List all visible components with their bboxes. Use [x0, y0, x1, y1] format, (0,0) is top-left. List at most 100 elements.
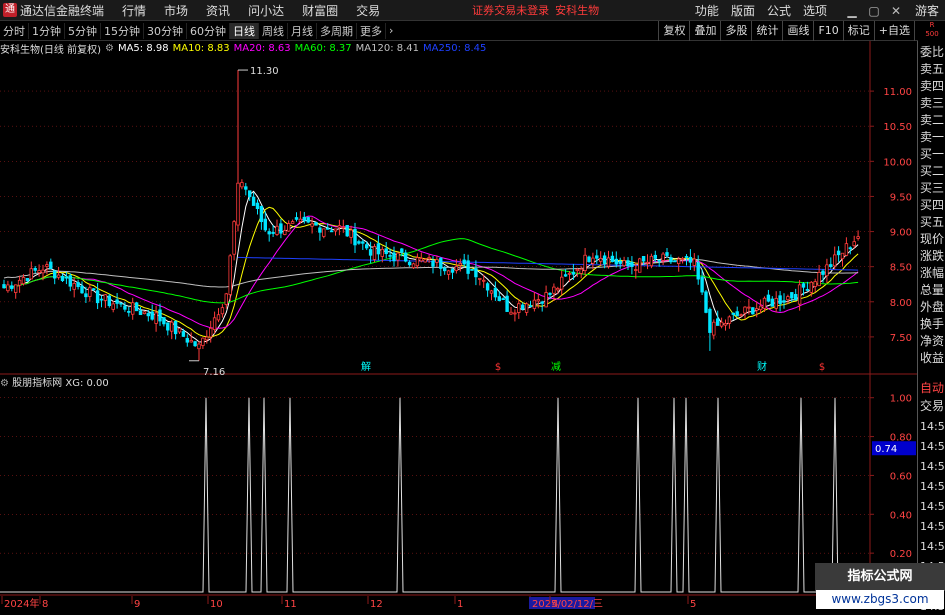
candle-body	[80, 285, 84, 294]
candle-body	[544, 292, 548, 308]
indicator-name: 股朋指标网	[12, 378, 63, 389]
candle-body	[439, 257, 443, 269]
candle-body	[45, 264, 49, 267]
candle-body	[115, 299, 119, 304]
candle-body	[735, 311, 739, 317]
candle-body	[462, 259, 466, 265]
candle-body	[692, 258, 696, 266]
candle-body	[696, 262, 700, 280]
candle-body	[716, 318, 720, 326]
candle-body	[388, 254, 392, 257]
candle-body	[552, 286, 556, 294]
candle-body	[181, 331, 186, 337]
trade-label[interactable]: 交易	[920, 398, 944, 415]
quote-label: 卖二	[920, 113, 945, 127]
candle-body	[450, 269, 455, 273]
quote-label: 卖五	[920, 62, 945, 76]
candle-body	[790, 292, 794, 299]
xg-signal-line	[0, 397, 870, 593]
candle-body	[563, 274, 568, 277]
candle-body	[478, 278, 482, 280]
candle-body	[653, 254, 657, 259]
candle-body	[154, 312, 158, 324]
candle-body	[400, 248, 404, 253]
ind-tick-label: 0.60	[890, 471, 912, 482]
tick-time: 14:56	[920, 460, 945, 473]
candle-body	[509, 311, 513, 315]
price-tick-label: 9.50	[890, 192, 912, 203]
candle-body	[92, 288, 96, 291]
price-tick-label: 9.00	[890, 228, 912, 239]
candle-body	[638, 258, 642, 273]
candle-body	[325, 227, 330, 230]
quote-panel: R 500 委比 卖五 卖四 卖三 卖二 卖一 买一 买二 买三 买四 买五 现价 涨跌 涨幅 总量 外盘 换手净…	[917, 21, 945, 613]
candle-body	[524, 303, 529, 313]
candle-body	[353, 228, 357, 246]
indicator-settings-icon[interactable]: ⚙	[0, 378, 9, 389]
candle-body	[361, 241, 365, 244]
indicator-axis: 1.000.800.600.400.200.74	[870, 394, 916, 560]
candle-body	[470, 269, 474, 271]
candle-body	[337, 225, 342, 228]
indicator-value: XG: 0.00	[65, 378, 109, 389]
quote-label: 买四	[920, 198, 945, 212]
event-marker: $	[819, 362, 825, 373]
candle-body	[138, 310, 143, 316]
candle-body	[591, 257, 595, 264]
quote-label: 卖一	[920, 130, 945, 144]
candle-body	[556, 288, 560, 291]
candle-body	[99, 298, 104, 301]
candle-body	[630, 261, 634, 267]
tick-time: 14:56	[920, 480, 945, 493]
event-marker: 减	[551, 361, 561, 373]
candle-body	[731, 312, 735, 315]
candle-body	[669, 257, 673, 263]
candle-body	[665, 252, 669, 256]
candle-body	[442, 267, 447, 272]
candle-body	[41, 269, 45, 274]
candle-body	[415, 257, 420, 267]
candle-body	[528, 305, 533, 308]
candle-body	[517, 303, 521, 313]
candle-body	[649, 255, 654, 267]
trade-label[interactable]: 自动	[920, 380, 944, 397]
candle-body	[719, 321, 724, 327]
quote-label: 买一	[920, 147, 945, 161]
quote-label: 总量	[920, 283, 945, 297]
date-label: 10	[210, 599, 223, 609]
candle-body	[856, 236, 860, 239]
candle-body	[29, 268, 33, 280]
candle-body	[766, 294, 771, 302]
candle-body	[797, 284, 802, 305]
date-label: 2025/02/12/三	[532, 599, 603, 609]
candle-body	[446, 270, 451, 275]
tick-time: 14:56	[920, 500, 945, 513]
candle-body	[497, 296, 501, 301]
ma-line	[3, 238, 859, 304]
candle-body	[501, 298, 505, 301]
quote-label: 换手	[920, 317, 945, 331]
candle-body	[169, 321, 174, 332]
candle-body	[723, 323, 728, 326]
candle-body	[540, 301, 544, 304]
candle-body	[809, 281, 813, 293]
candle-body	[548, 292, 552, 295]
panel-corner[interactable]: R 500	[918, 21, 945, 41]
candle-body	[298, 218, 303, 222]
candle-body	[173, 320, 178, 335]
kline-chart[interactable]: 11.00 10.50 10.00 9.50 9.00 8.50 8.00 7.50 1.00…	[0, 0, 945, 609]
candle-body	[189, 339, 193, 343]
candle-body	[275, 225, 279, 235]
candle-body	[786, 296, 790, 301]
candle-body	[216, 314, 221, 321]
candle-body	[840, 252, 845, 260]
candle-body	[419, 257, 423, 262]
watermark-url: www.zbgs3.com	[816, 590, 944, 609]
candle-body	[60, 275, 65, 282]
candle-body	[201, 337, 205, 346]
candle-body	[782, 300, 786, 303]
candle-body	[821, 270, 825, 275]
candle-body	[259, 205, 264, 223]
candle-body	[673, 260, 677, 263]
candle-body	[684, 256, 689, 258]
